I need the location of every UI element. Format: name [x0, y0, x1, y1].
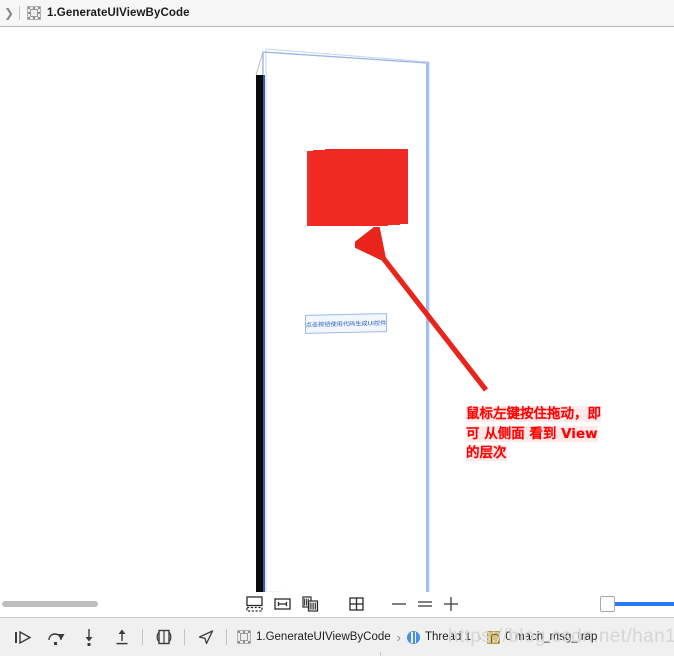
debug-bar-buttons	[0, 618, 231, 656]
zoom-actual-size-button[interactable]	[412, 593, 438, 615]
annotation-line-2: 可 从侧面 看到 View	[466, 425, 598, 442]
debug-bar-divider-3	[226, 629, 227, 645]
tab-generate-uiview-by-code[interactable]: 1.GenerateUIViewByCode	[25, 0, 198, 26]
annotation-line-1: 鼠标左键按住拖动，即	[466, 406, 601, 422]
zoom-controls	[386, 593, 464, 615]
debug-bar-divider-2	[184, 629, 185, 645]
simulate-location-button[interactable]	[189, 618, 222, 656]
adjust-view-mode-button[interactable]	[240, 593, 268, 615]
breadcrumb-process-label: 1.GenerateUIViewByCode	[256, 631, 391, 643]
step-over-button[interactable]	[39, 618, 72, 656]
annotation-line-3: 的层次	[466, 445, 507, 462]
view-debugger-toolbar-buttons	[240, 593, 370, 615]
zoom-in-button[interactable]	[438, 593, 464, 615]
step-out-button[interactable]	[105, 618, 138, 656]
show-constraints-button[interactable]	[342, 593, 370, 615]
red-uiview-layer-stack[interactable]	[307, 149, 408, 226]
tab-bar: ❯ 1.GenerateUIViewByCode	[0, 0, 674, 26]
view-debugger-icon	[237, 630, 251, 644]
xcode-view-debugger-window: ❯ 1.GenerateUIViewByCode 点击按钮使用代码生成UI控件 …	[0, 0, 674, 656]
breadcrumb-process[interactable]: 1.GenerateUIViewByCode	[237, 630, 391, 644]
generated-ui-button[interactable]: 点击按钮使用代码生成UI控件	[305, 313, 387, 334]
debug-navigation-breadcrumb: 1.GenerateUIViewByCode › Thread 1 › 0 ma…	[237, 630, 597, 645]
annotation-text: 鼠标左键按住拖动，即 可 从侧面 看到 View 的层次	[466, 405, 626, 464]
zoom-out-button[interactable]	[386, 593, 412, 615]
breadcrumb-thread-label: Thread 1	[425, 631, 472, 643]
breadcrumb-separator-1: ›	[396, 629, 402, 645]
breadcrumb-frame-label: 0 mach_msg_trap	[505, 631, 598, 643]
tab-bar-divider	[19, 6, 20, 20]
thread-icon	[407, 630, 421, 644]
chevron-right-icon[interactable]: ❯	[0, 0, 18, 26]
debug-view-hierarchy-button[interactable]	[147, 618, 180, 656]
device-3d-shell	[0, 27, 674, 592]
show-clipped-content-button[interactable]	[296, 593, 324, 615]
tab-label: 1.GenerateUIViewByCode	[47, 7, 190, 19]
step-into-button[interactable]	[72, 618, 105, 656]
breadcrumb-thread[interactable]: Thread 1	[407, 630, 472, 644]
generated-ui-button-label: 点击按钮使用代码生成UI控件	[305, 320, 387, 329]
breadcrumb-separator-2: ›	[477, 629, 482, 645]
view-debugger-icon	[27, 6, 41, 20]
view-depth-slider[interactable]	[600, 596, 674, 612]
stack-frame-icon	[487, 630, 501, 644]
view-hierarchy-canvas[interactable]: 点击按钮使用代码生成UI控件 鼠标左键按住拖动，即 可 从侧面 看到 View …	[0, 27, 674, 592]
continue-program-button[interactable]	[6, 618, 39, 656]
view-depth-slider-knob[interactable]	[600, 596, 615, 612]
breadcrumb-frame[interactable]: 0 mach_msg_trap	[487, 630, 598, 644]
debug-bar-divider	[142, 629, 143, 645]
view-depth-slider-track	[614, 602, 674, 606]
canvas-horizontal-scrollbar[interactable]	[2, 601, 98, 607]
adjust-spacing-button[interactable]	[268, 593, 296, 615]
debug-bar-bottom-divider	[380, 652, 381, 656]
debug-bar: 1.GenerateUIViewByCode › Thread 1 › 0 ma…	[0, 617, 674, 656]
